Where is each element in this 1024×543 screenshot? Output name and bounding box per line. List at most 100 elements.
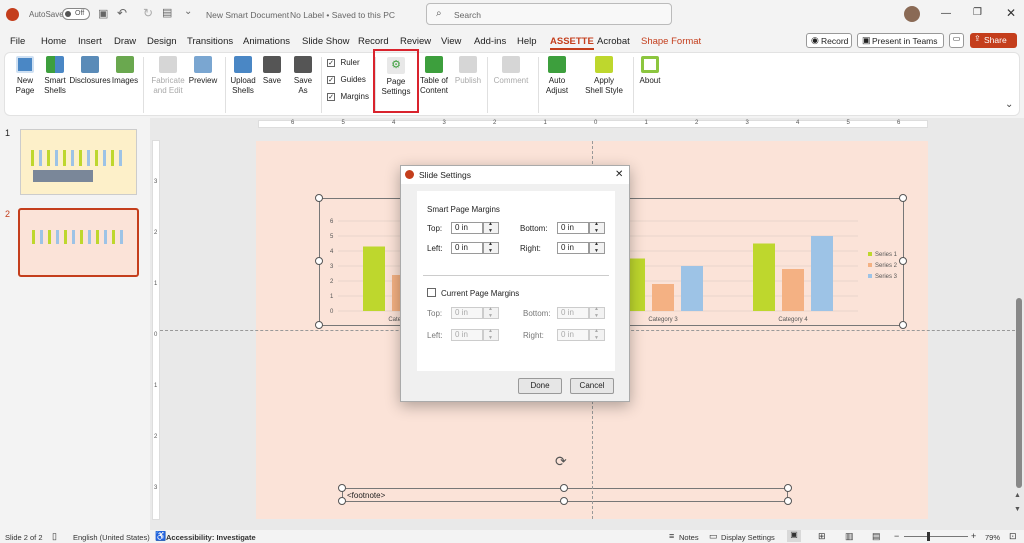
current-bottom-input[interactable]: 0 in: [557, 307, 589, 319]
smart-shells-button[interactable]: Smart Shells: [39, 56, 71, 96]
tab-add-ins[interactable]: Add-ins: [474, 36, 506, 47]
minimize-icon[interactable]: —: [941, 8, 951, 19]
scroll-down-icon[interactable]: ▼: [1014, 506, 1021, 513]
tab-acrobat[interactable]: Acrobat: [597, 36, 630, 47]
smart-top-stepper[interactable]: [483, 221, 499, 234]
autosave-toggle[interactable]: Off: [62, 8, 90, 20]
scroll-up-icon[interactable]: ▲: [1014, 492, 1021, 499]
disclosures-button[interactable]: Disclosures: [69, 56, 111, 86]
smart-right-input[interactable]: 0 in: [557, 242, 589, 254]
right-label: Right:: [523, 331, 544, 340]
redo-icon[interactable]: ↻: [143, 6, 153, 20]
zoom-slider[interactable]: [904, 536, 968, 537]
auto-adjust-button[interactable]: Auto Adjust: [541, 56, 573, 96]
avatar[interactable]: [904, 6, 920, 22]
left-label: Left:: [427, 331, 443, 340]
current-margins-checkbox[interactable]: [427, 288, 436, 297]
publish-button[interactable]: Publish: [453, 56, 483, 86]
tab-slide-show[interactable]: Slide Show: [302, 36, 350, 47]
comment-button[interactable]: Comment: [492, 56, 530, 86]
current-top-input[interactable]: 0 in: [451, 307, 483, 319]
display-settings-button[interactable]: Display Settings: [721, 533, 775, 542]
more-icon[interactable]: ⌄: [184, 6, 192, 17]
language-status[interactable]: English (United States): [73, 533, 150, 542]
notes-button[interactable]: Notes: [679, 533, 699, 542]
tab-transitions[interactable]: Transitions: [187, 36, 233, 47]
save-as-button[interactable]: Save As: [289, 56, 317, 96]
auto-adjust-icon: [548, 56, 566, 73]
smart-bottom-input[interactable]: 0 in: [557, 222, 589, 234]
customize-qat-icon[interactable]: ▤: [162, 6, 172, 19]
current-top-stepper[interactable]: [483, 306, 499, 319]
done-button[interactable]: Done: [518, 378, 562, 394]
tab-design[interactable]: Design: [147, 36, 177, 47]
present-in-teams-button[interactable]: ▣ Present in Teams: [857, 33, 944, 48]
preview-button[interactable]: Preview: [187, 56, 219, 86]
tab-home[interactable]: Home: [41, 36, 66, 47]
new-page-button[interactable]: New Page: [9, 56, 41, 96]
vertical-scrollbar[interactable]: [1016, 298, 1022, 488]
zoom-in-icon[interactable]: +: [971, 531, 976, 541]
save-button[interactable]: Save: [260, 56, 284, 86]
display-settings-icon: ▭: [709, 531, 718, 541]
margins-checkbox[interactable]: ✓ Margins: [327, 91, 369, 101]
current-left-stepper[interactable]: [483, 328, 499, 341]
smart-bottom-stepper[interactable]: [589, 221, 605, 234]
table-of-content-button[interactable]: Table of Content: [417, 56, 451, 96]
tab-file[interactable]: File: [10, 36, 25, 47]
search-input[interactable]: ⌕ Search: [426, 3, 672, 25]
spelling-icon[interactable]: ▯: [52, 531, 57, 542]
tab-draw[interactable]: Draw: [114, 36, 136, 47]
comments-button[interactable]: ▭: [949, 33, 964, 48]
guides-checkbox[interactable]: ✓ Guides: [327, 74, 366, 84]
y-tick-label: 2: [330, 279, 334, 285]
record-button[interactable]: ◉ Record: [806, 33, 852, 48]
about-button[interactable]: About: [634, 56, 666, 86]
undo-icon[interactable]: ↶: [117, 6, 127, 20]
normal-view-icon[interactable]: ▣: [787, 530, 801, 542]
smart-right-stepper[interactable]: [589, 241, 605, 254]
smart-left-input[interactable]: 0 in: [451, 242, 483, 254]
slide-thumbnail[interactable]: [20, 129, 137, 195]
current-left-input[interactable]: 0 in: [451, 329, 483, 341]
page-settings-button[interactable]: ⚙ Page Settings: [373, 49, 419, 113]
tab-help[interactable]: Help: [517, 36, 537, 47]
rotate-handle-icon[interactable]: ⟳: [555, 453, 567, 470]
slide-thumbnail-selected[interactable]: [18, 208, 139, 277]
share-button[interactable]: ⇪ Share: [970, 33, 1017, 48]
zoom-slider-thumb[interactable]: [927, 532, 930, 541]
slides-pane: 1 2: [0, 118, 150, 530]
current-right-stepper[interactable]: [589, 328, 605, 341]
accessibility-status[interactable]: Accessibility: Investigate: [166, 533, 256, 542]
current-bottom-stepper[interactable]: [589, 306, 605, 319]
smart-left-stepper[interactable]: [483, 241, 499, 254]
ruler-checkbox[interactable]: ✓ Ruler: [327, 57, 360, 67]
images-button[interactable]: Images: [111, 56, 139, 86]
upload-shells-button[interactable]: Upload Shells: [227, 56, 259, 96]
tab-view[interactable]: View: [441, 36, 461, 47]
tab-review[interactable]: Review: [400, 36, 431, 47]
tab-shape-format[interactable]: Shape Format: [641, 36, 701, 47]
tab-animations[interactable]: Animations: [243, 36, 290, 47]
smart-top-input[interactable]: 0 in: [451, 222, 483, 234]
save-icon[interactable]: ▣: [98, 7, 108, 20]
reading-view-icon[interactable]: ▥: [845, 531, 854, 542]
tab-assette[interactable]: ASSETTE: [550, 36, 594, 50]
apply-shell-style-button[interactable]: Apply Shell Style: [583, 56, 625, 96]
slide-show-icon[interactable]: ▤: [872, 531, 881, 542]
current-right-input[interactable]: 0 in: [557, 329, 589, 341]
zoom-level[interactable]: 79%: [985, 533, 1000, 542]
close-icon[interactable]: ✕: [1006, 6, 1016, 20]
fabricate-and-edit-button[interactable]: Fabricate and Edit: [149, 56, 187, 96]
zoom-out-icon[interactable]: −: [894, 531, 899, 541]
sensitivity-label-status[interactable]: No Label • Saved to this PC: [290, 10, 395, 20]
restore-icon[interactable]: ❐: [973, 7, 982, 18]
fit-slide-icon[interactable]: ⊡: [1009, 531, 1017, 542]
cancel-button[interactable]: Cancel: [570, 378, 614, 394]
close-icon[interactable]: ✕: [615, 169, 623, 180]
tab-record[interactable]: Record: [358, 36, 389, 47]
ribbon-divider: [143, 57, 144, 113]
slide-sorter-icon[interactable]: ⊞: [818, 531, 826, 542]
ribbon-collapse-icon[interactable]: ⌄: [1005, 99, 1013, 110]
tab-insert[interactable]: Insert: [78, 36, 102, 47]
